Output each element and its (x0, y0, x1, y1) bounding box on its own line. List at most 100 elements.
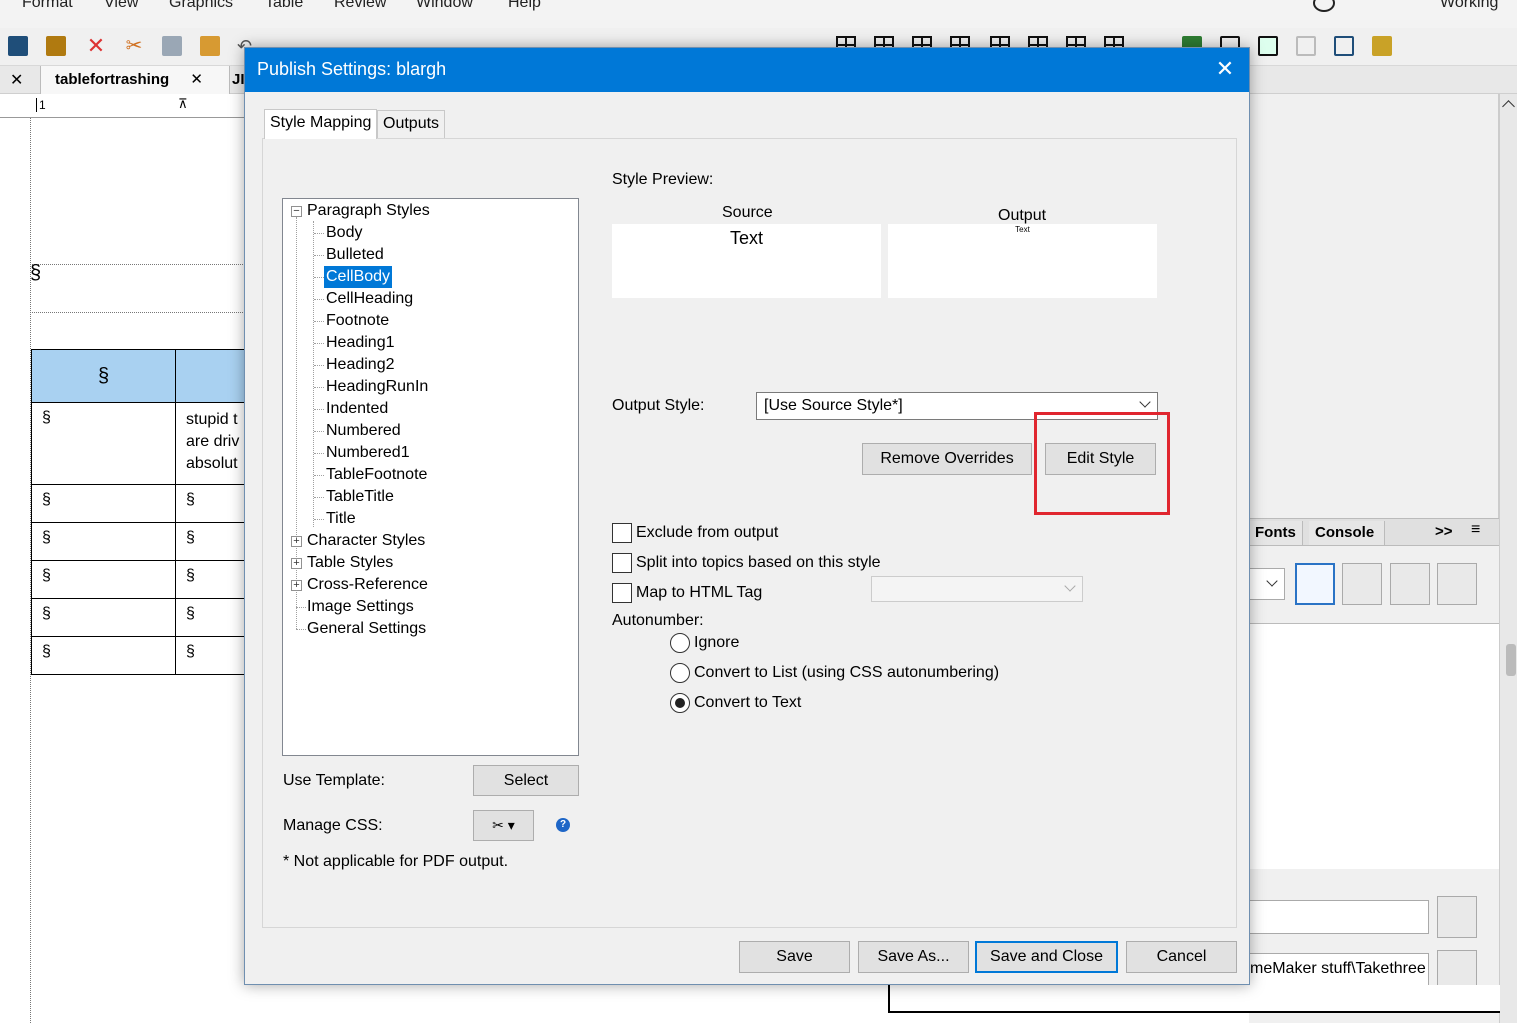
tab-fonts[interactable]: Fonts (1249, 521, 1303, 545)
layout-icon[interactable] (1334, 36, 1354, 56)
table-cell[interactable]: § (175, 484, 245, 523)
close-icon[interactable]: ✕ (10, 70, 23, 90)
table-cell[interactable]: § (175, 636, 245, 675)
tab-console[interactable]: Console (1309, 521, 1385, 545)
tree-item-heading2[interactable]: Heading2 (326, 354, 395, 376)
tree-item-title[interactable]: Title (326, 508, 356, 530)
browse-file-icon[interactable] (1437, 896, 1477, 938)
pod-dropdown[interactable] (1249, 568, 1285, 600)
table-rows-icon[interactable] (1258, 36, 1278, 56)
cancel-button[interactable]: Cancel (1126, 941, 1237, 973)
delete-icon[interactable]: ✕ (86, 35, 106, 57)
autonumber-ignore-radio[interactable] (670, 633, 690, 653)
menu-review[interactable]: Review (334, 0, 386, 12)
save-as-button[interactable]: Save As... (858, 941, 969, 973)
pod-input-field[interactable] (1249, 900, 1429, 934)
workspace-label[interactable]: Working (1440, 0, 1498, 12)
table-cell[interactable]: stupid t are driv absolut (175, 402, 245, 485)
table-header-cell[interactable] (175, 349, 245, 403)
output-style-dropdown[interactable]: [Use Source Style*] (756, 392, 1158, 420)
paste-icon[interactable] (200, 36, 220, 56)
expand-icon[interactable]: + (291, 536, 302, 547)
tab-tablefortrashing[interactable]: tablefortrashing ✕ (40, 66, 230, 94)
menu-table[interactable]: Table (265, 0, 303, 12)
autonumber-text-radio[interactable] (670, 693, 690, 713)
expand-icon[interactable]: + (291, 580, 302, 591)
tree-item-cellbody[interactable]: CellBody (322, 265, 394, 289)
select-template-button[interactable]: Select (473, 765, 579, 796)
lock-icon[interactable] (46, 36, 66, 56)
menu-icon[interactable]: ≡ (1471, 521, 1480, 539)
tab-close-icon[interactable]: ✕ (190, 66, 203, 94)
expand-icon[interactable]: + (291, 558, 302, 569)
table-cell[interactable]: § (31, 402, 176, 485)
tree-item-headingrunin[interactable]: HeadingRunIn (326, 376, 428, 398)
manage-css-button[interactable]: ✂ ▾ (473, 810, 534, 841)
map-html-checkbox[interactable] (612, 583, 632, 603)
tab-style-mapping[interactable]: Style Mapping (264, 109, 378, 139)
menu-view[interactable]: View (104, 0, 138, 12)
path-field[interactable]: meMaker stuff\Takethree (1249, 953, 1429, 987)
pdf-footnote: * Not applicable for PDF output. (283, 853, 509, 870)
tree-item-body[interactable]: Body (326, 222, 362, 244)
table-cell[interactable]: § (175, 522, 245, 561)
exclude-checkbox[interactable] (612, 523, 632, 543)
table-cell[interactable]: § (31, 522, 176, 561)
tree-item-numbered[interactable]: Numbered (326, 420, 401, 442)
table-cell[interactable]: § (31, 560, 176, 599)
autonumber-list-radio[interactable] (670, 663, 690, 683)
tree-item-image-settings[interactable]: Image Settings (307, 596, 414, 618)
tree-item-footnote[interactable]: Footnote (326, 310, 389, 332)
menu-graphics[interactable]: Graphics (169, 0, 233, 12)
tree-item-general-settings[interactable]: General Settings (307, 618, 426, 640)
table-cell[interactable]: § (175, 598, 245, 637)
table-cell[interactable]: § (31, 636, 176, 675)
pod-action-icon[interactable] (1342, 563, 1382, 605)
table-cell[interactable]: § (31, 484, 176, 523)
cut-icon[interactable]: ✂ (124, 36, 144, 56)
vertical-scrollbar[interactable] (1499, 94, 1517, 1023)
style-tree[interactable]: − Paragraph Styles Body Bulleted CellBod… (282, 198, 579, 756)
save-and-close-button[interactable]: Save and Close (975, 941, 1118, 973)
pod-action-icon[interactable] (1295, 563, 1335, 605)
table-header-cell[interactable]: § (31, 349, 176, 403)
help-icon[interactable]: ? (556, 818, 570, 832)
pod-action-icon[interactable] (1390, 563, 1430, 605)
tree-item-indented[interactable]: Indented (326, 398, 388, 420)
table-cell[interactable]: § (31, 598, 176, 637)
pod-action-icon[interactable] (1437, 563, 1477, 605)
table-grid-icon[interactable] (1296, 36, 1316, 56)
scroll-thumb[interactable] (1506, 644, 1516, 676)
tree-item-bulleted[interactable]: Bulleted (326, 244, 384, 266)
menu-window[interactable]: Window (416, 0, 473, 12)
objects-icon[interactable] (1372, 36, 1392, 56)
tree-group-paragraph-styles[interactable]: Paragraph Styles (307, 200, 430, 222)
tree-item-tablefootnote[interactable]: TableFootnote (326, 464, 427, 486)
pod-preview-area (1249, 94, 1499, 518)
menu-help[interactable]: Help (508, 0, 541, 12)
tree-item-cellheading[interactable]: CellHeading (326, 288, 413, 310)
table-cell[interactable]: § (175, 560, 245, 599)
tree-group-cross-reference[interactable]: Cross-Reference (307, 574, 428, 596)
tab-outputs[interactable]: Outputs (377, 110, 446, 138)
tree-group-character-styles[interactable]: Character Styles (307, 530, 425, 552)
publish-settings-dialog: Publish Settings: blargh ✕ Style Mapping… (244, 47, 1250, 985)
tree-group-table-styles[interactable]: Table Styles (307, 552, 393, 574)
tree-item-heading1[interactable]: Heading1 (326, 332, 395, 354)
html-tag-dropdown[interactable] (871, 576, 1083, 602)
overflow-tabs-button[interactable]: >> (1435, 523, 1453, 540)
menu-format[interactable]: Format (22, 0, 73, 12)
print-icon[interactable] (8, 36, 28, 56)
collapse-icon[interactable]: − (291, 206, 302, 217)
edit-style-button[interactable]: Edit Style (1045, 443, 1156, 475)
close-icon[interactable]: ✕ (1213, 56, 1237, 82)
split-topics-checkbox[interactable] (612, 553, 632, 573)
tree-item-tabletitle[interactable]: TableTitle (326, 486, 394, 508)
save-button[interactable]: Save (739, 941, 850, 973)
remove-overrides-button[interactable]: Remove Overrides (862, 443, 1032, 475)
cell-text-line: are driv (186, 433, 240, 450)
scroll-up-icon[interactable] (1502, 100, 1515, 113)
search-icon[interactable] (1313, 0, 1335, 12)
tree-item-numbered1[interactable]: Numbered1 (326, 442, 410, 464)
copy-icon[interactable] (162, 36, 182, 56)
